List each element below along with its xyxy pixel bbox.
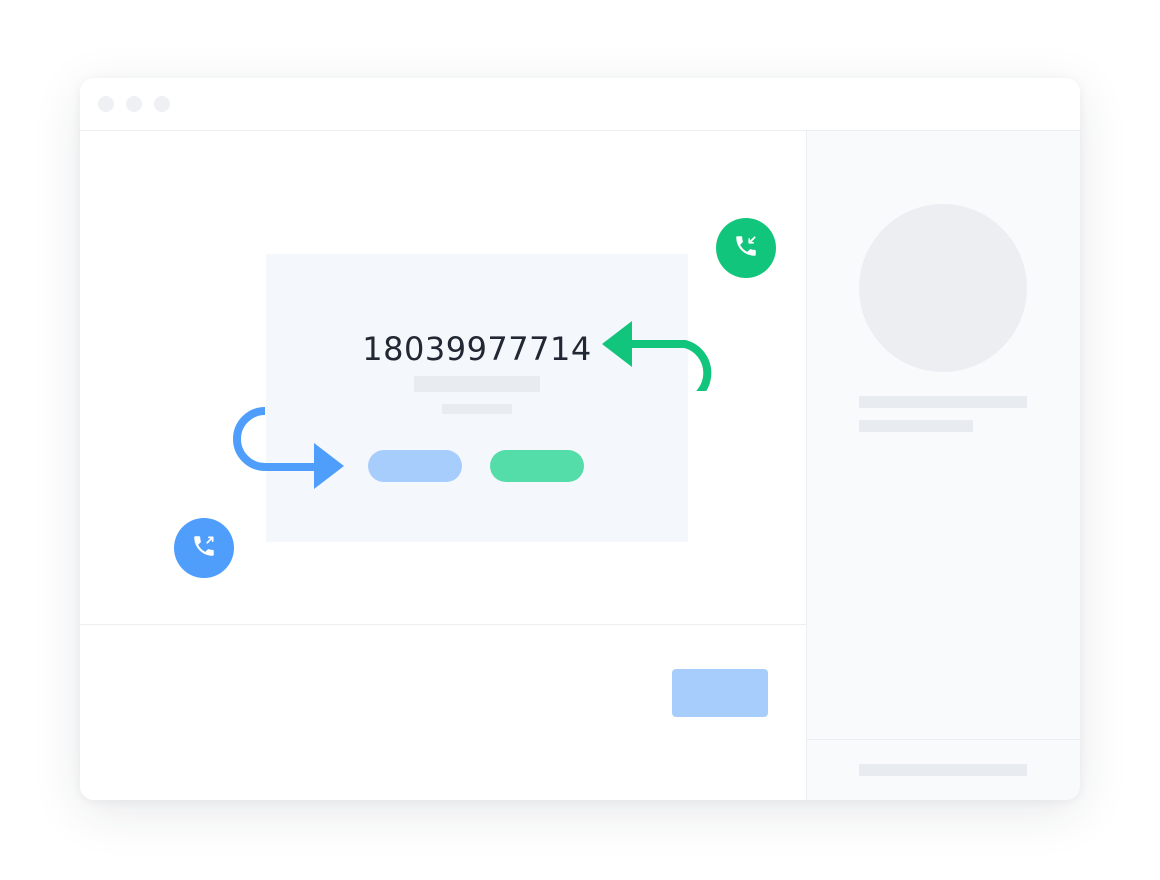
main-footer-divider: [80, 624, 806, 625]
incoming-arrow-icon: [602, 321, 712, 391]
caller-name-placeholder: [414, 376, 540, 392]
sidebar-footer-placeholder: [859, 764, 1027, 776]
call-action-button-secondary[interactable]: [368, 450, 462, 482]
footer-action-button[interactable]: [672, 669, 768, 717]
call-action-button-primary[interactable]: [490, 450, 584, 482]
contact-name-placeholder: [859, 396, 1027, 408]
outgoing-arrow-icon: [233, 407, 344, 489]
sidebar-footer-divider: [807, 739, 1080, 740]
window-minimize-dot[interactable]: [126, 96, 142, 112]
incoming-call-badge[interactable]: [716, 218, 776, 278]
title-bar: [80, 78, 1080, 131]
avatar: [859, 204, 1027, 372]
app-window: 18039977714: [80, 78, 1080, 800]
contact-detail-placeholder: [859, 420, 973, 432]
window-maximize-dot[interactable]: [154, 96, 170, 112]
window-close-dot[interactable]: [98, 96, 114, 112]
phone-incoming-icon: [733, 233, 759, 264]
caller-detail-placeholder: [442, 404, 512, 414]
outgoing-call-badge[interactable]: [174, 518, 234, 578]
phone-outgoing-icon: [191, 533, 217, 564]
contact-sidebar: [806, 131, 1080, 800]
